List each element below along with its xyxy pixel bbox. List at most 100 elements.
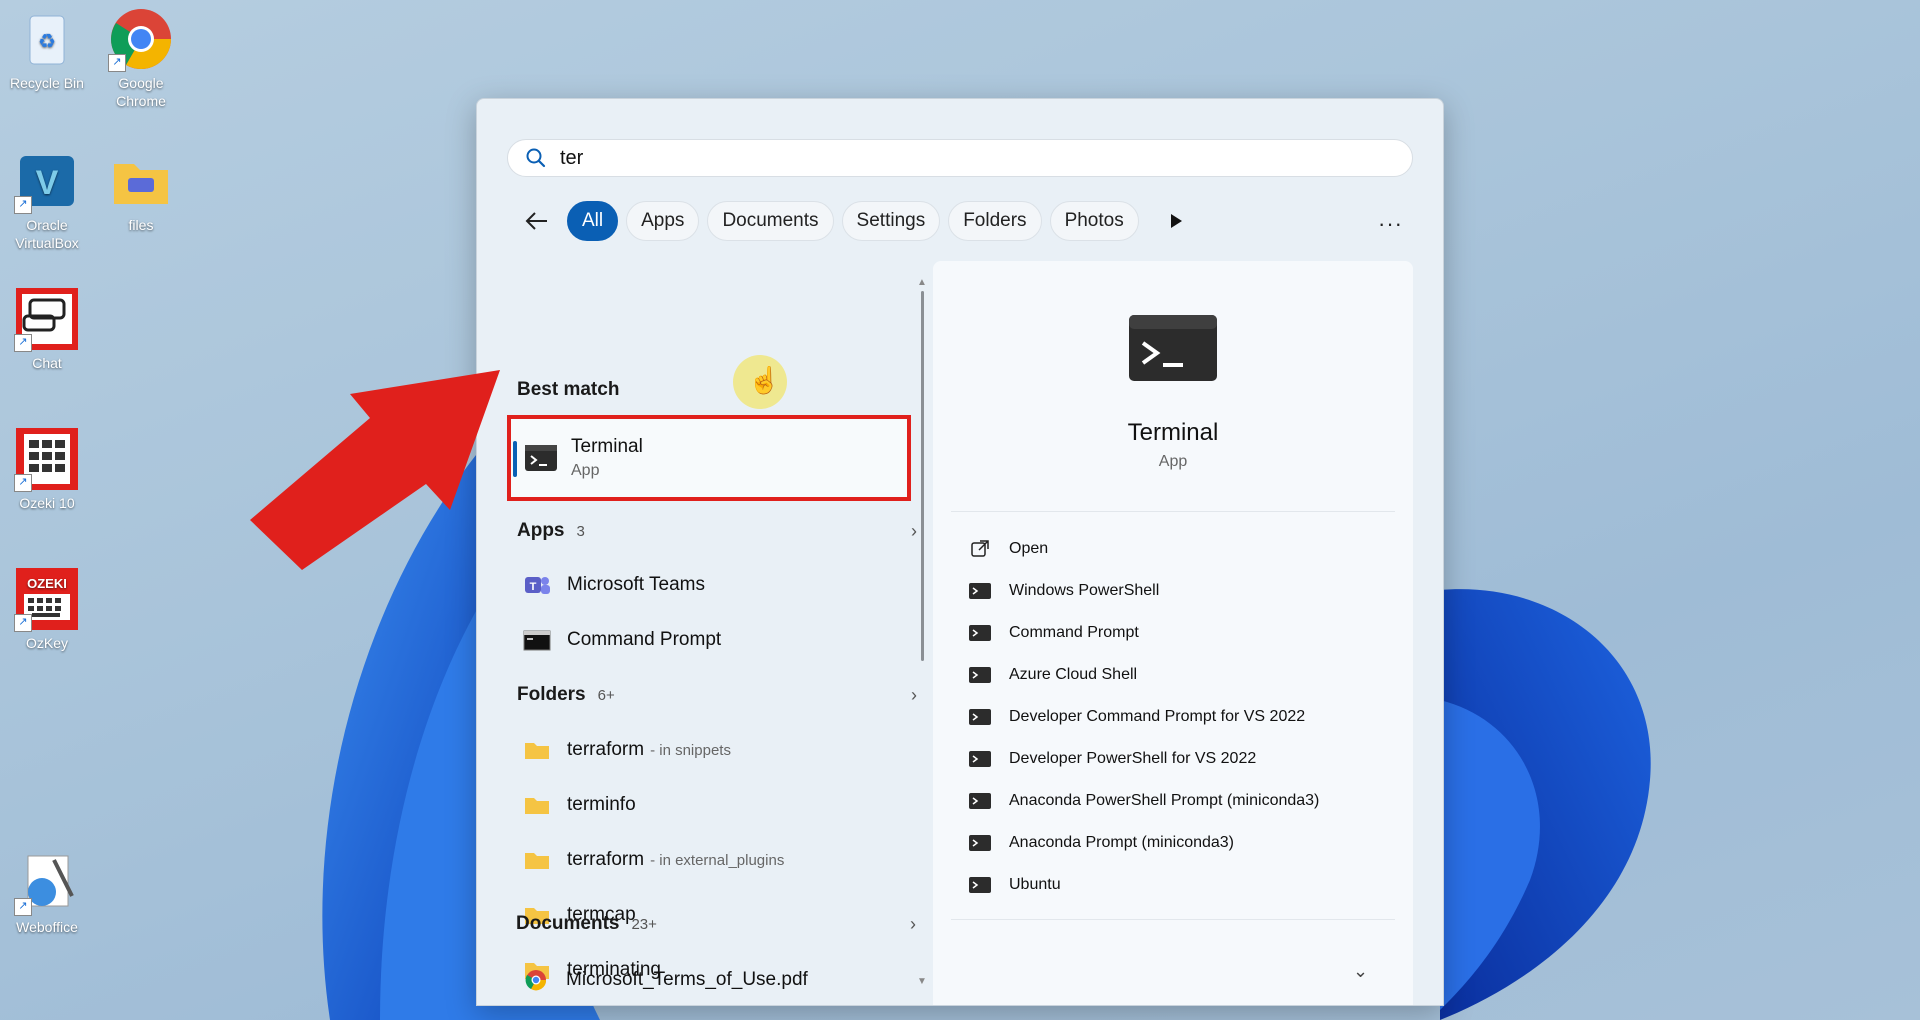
terminal-small-icon — [969, 667, 991, 683]
folder-icon — [525, 853, 549, 869]
weboffice-icon: ↗ — [14, 850, 80, 916]
result-location: - in external_plugins — [650, 851, 785, 869]
result-document[interactable]: Microsoft_Terms_of_Use.pdf — [516, 957, 926, 1003]
svg-text:♻: ♻ — [38, 31, 56, 53]
folder-icon — [108, 148, 174, 214]
result-command-prompt[interactable]: Command Prompt — [517, 617, 927, 663]
desktop-icon-chat[interactable]: ↗ Chat — [0, 286, 94, 372]
desktop-icon-recycle-bin[interactable]: ♻ Recycle Bin — [0, 6, 94, 92]
result-folder[interactable]: terraform - in external_plugins — [517, 837, 927, 883]
filter-all[interactable]: All — [567, 201, 619, 241]
action-anaconda-powershell[interactable]: Anaconda PowerShell Prompt (miniconda3) — [969, 785, 1319, 817]
search-input[interactable] — [558, 145, 1362, 171]
result-name: terraform — [567, 739, 645, 760]
action-label: Anaconda Prompt (miniconda3) — [1009, 834, 1235, 851]
desktop-icon-label: files — [128, 217, 154, 233]
hand-cursor-icon: ☝ — [748, 365, 781, 395]
action-anaconda-prompt[interactable]: Anaconda Prompt (miniconda3) — [969, 827, 1234, 859]
search-box[interactable] — [507, 139, 1413, 177]
teams-icon: T — [525, 577, 550, 594]
recycle-bin-icon: ♻ — [14, 6, 80, 72]
virtualbox-icon: V ↗ — [14, 148, 80, 214]
chevron-right-icon: › — [911, 684, 917, 705]
action-windows-powershell[interactable]: Windows PowerShell — [969, 575, 1159, 607]
folder-icon — [525, 798, 549, 814]
expand-chevron-icon[interactable]: ⌄ — [1353, 961, 1368, 982]
terminal-large-icon — [1129, 315, 1217, 381]
folder-icon — [525, 743, 549, 759]
chat-icon: ↗ — [14, 286, 80, 352]
action-azure-cloud-shell[interactable]: Azure Cloud Shell — [969, 659, 1137, 691]
shortcut-arrow-icon: ↗ — [14, 898, 32, 916]
action-label: Developer Command Prompt for VS 2022 — [1009, 708, 1306, 725]
desktop-icon-files[interactable]: files — [94, 148, 188, 234]
action-label: Command Prompt — [1009, 624, 1139, 641]
open-external-icon — [969, 540, 991, 557]
terminal-small-icon — [969, 625, 991, 641]
desktop-icon-virtualbox[interactable]: V ↗ Oracle VirtualBox — [0, 148, 94, 252]
more-options-button[interactable]: ··· — [1378, 211, 1403, 237]
desktop-icon-chrome[interactable]: ↗ Google Chrome — [94, 6, 188, 110]
apps-section-header[interactable]: Apps 3 › — [517, 513, 927, 549]
action-open[interactable]: Open — [969, 533, 1048, 565]
action-developer-powershell[interactable]: Developer PowerShell for VS 2022 — [969, 743, 1256, 775]
scrollbar-thumb[interactable] — [921, 291, 924, 661]
desktop-icon-ozkey[interactable]: OZEKI ↗ OzKey — [0, 566, 94, 652]
play-icon — [1170, 214, 1182, 228]
results-scrollbar[interactable]: ▲ ▼ — [917, 277, 927, 987]
command-prompt-icon — [523, 630, 551, 651]
action-command-prompt[interactable]: Command Prompt — [969, 617, 1139, 649]
terminal-small-icon — [969, 751, 991, 767]
details-app-type: App — [1158, 453, 1188, 470]
ozeki-keypad-icon: ↗ — [14, 426, 80, 492]
result-microsoft-teams[interactable]: T Microsoft Teams — [517, 562, 927, 608]
folders-section-count: 6+ — [597, 686, 615, 704]
desktop-icon-label: Weboffice — [16, 919, 78, 935]
terminal-small-icon — [969, 709, 991, 725]
action-label: Windows PowerShell — [1009, 582, 1160, 599]
divider — [951, 919, 1395, 920]
result-folder[interactable]: terminfo — [517, 782, 927, 828]
filter-bar: All Apps Documents Settings Folders Phot… — [517, 199, 1191, 243]
divider — [951, 511, 1395, 512]
documents-section-count: 23+ — [631, 915, 657, 933]
desktop-icon-label: Google Chrome — [116, 75, 166, 109]
terminal-small-icon — [969, 583, 991, 599]
apps-section-count: 3 — [576, 522, 585, 540]
terminal-small-icon — [969, 793, 991, 809]
desktop-icon-weboffice[interactable]: ↗ Weboffice — [0, 850, 94, 936]
filter-settings[interactable]: Settings — [841, 201, 941, 241]
result-location: - in snippets — [650, 741, 731, 759]
result-folder[interactable]: terraform - in snippets — [517, 727, 927, 773]
folders-section-header[interactable]: Folders 6+ › — [517, 677, 927, 713]
terminal-small-icon — [969, 877, 991, 893]
svg-text:V: V — [36, 164, 59, 202]
back-button[interactable] — [517, 201, 557, 241]
desktop-icon-label: OzKey — [25, 635, 68, 651]
action-label: Anaconda PowerShell Prompt (miniconda3) — [1009, 792, 1320, 809]
shortcut-arrow-icon: ↗ — [14, 474, 32, 492]
best-match-terminal[interactable]: Terminal App — [507, 415, 911, 501]
action-label: Open — [1009, 540, 1049, 557]
result-name: terminfo — [567, 794, 636, 815]
search-icon — [526, 148, 546, 168]
action-developer-command-prompt[interactable]: Developer Command Prompt for VS 2022 — [969, 701, 1305, 733]
filter-apps[interactable]: Apps — [626, 201, 700, 241]
action-ubuntu[interactable]: Ubuntu — [969, 869, 1061, 901]
desktop-icon-ozeki[interactable]: ↗ Ozeki 10 — [0, 426, 94, 512]
desktop-icon-label: Ozeki 10 — [19, 495, 75, 511]
scroll-up-icon[interactable]: ▲ — [917, 277, 927, 288]
filter-photos[interactable]: Photos — [1049, 201, 1139, 241]
filter-documents[interactable]: Documents — [707, 201, 834, 241]
selection-accent — [513, 441, 517, 477]
apps-section-label: Apps — [517, 520, 565, 541]
back-arrow-icon — [525, 212, 547, 230]
filter-folders[interactable]: Folders — [948, 201, 1042, 241]
documents-section-header[interactable]: Documents 23+ › — [516, 906, 926, 942]
action-label: Developer PowerShell for VS 2022 — [1009, 750, 1257, 767]
shortcut-arrow-icon: ↗ — [108, 54, 126, 72]
chevron-right-icon: › — [910, 913, 916, 934]
best-match-heading: Best match — [517, 379, 620, 400]
action-label: Azure Cloud Shell — [1009, 666, 1138, 683]
more-filters-button[interactable] — [1161, 201, 1191, 241]
